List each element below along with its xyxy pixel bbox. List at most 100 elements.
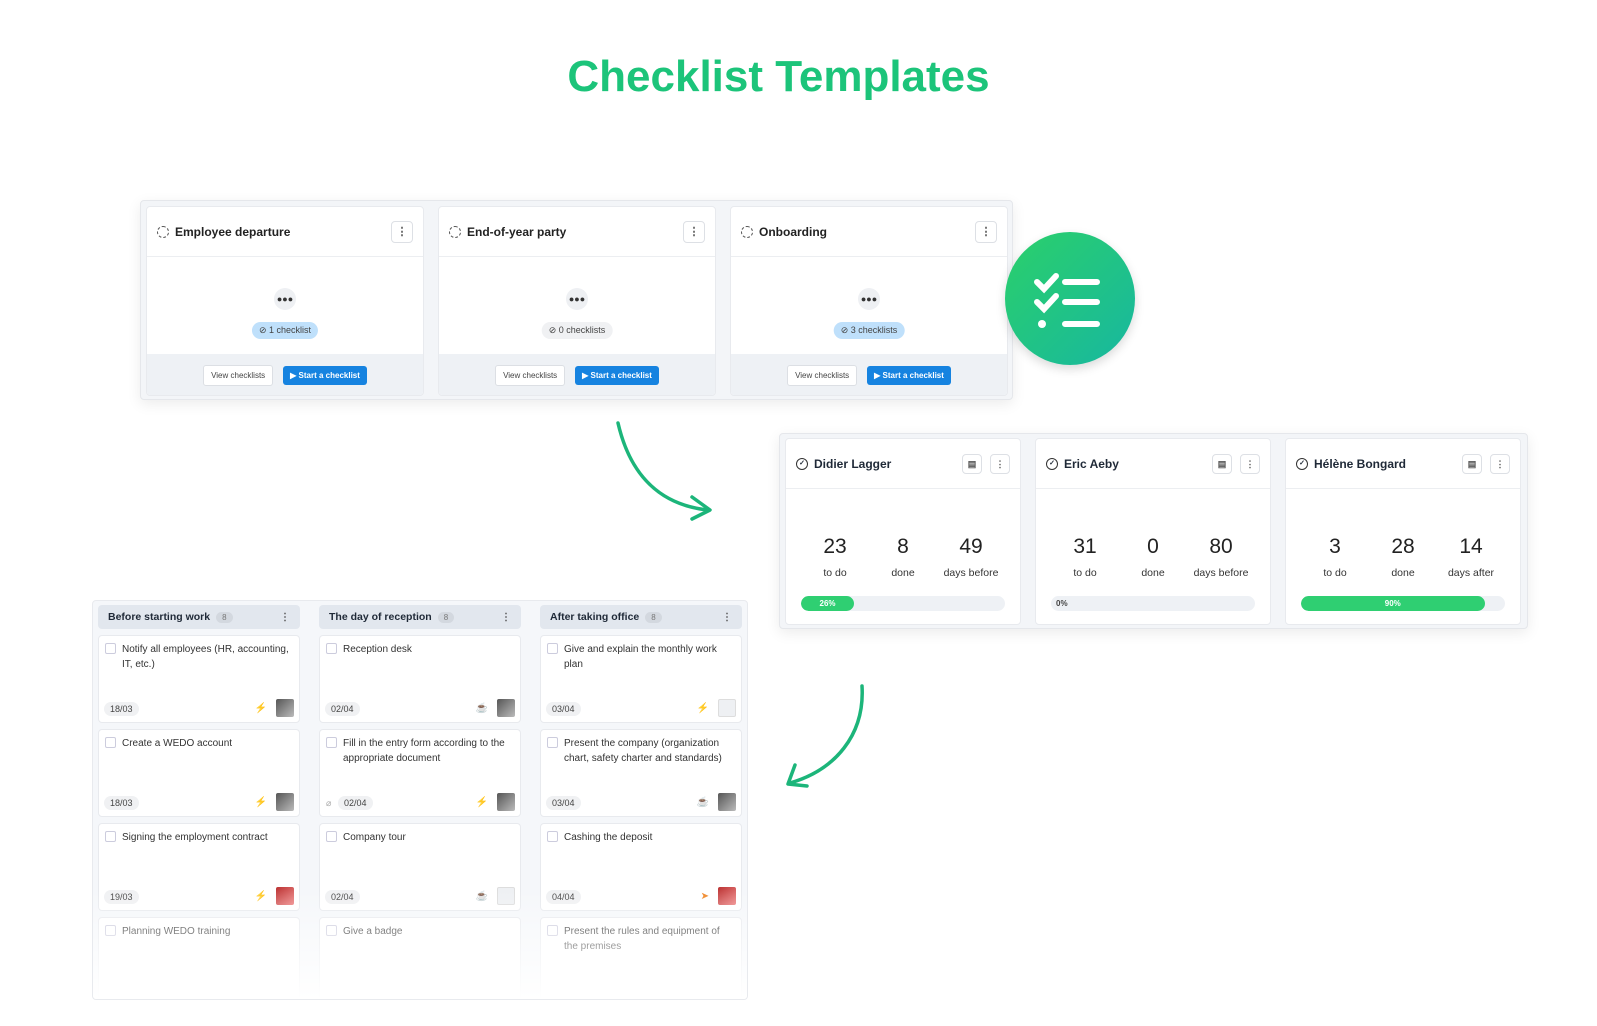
person-checklist-card: ✓ Eric Aeby ▤ ⋮ 31 to do 0 done 80 days before… (1035, 438, 1271, 625)
column-menu-button[interactable]: ⋮ (722, 612, 732, 623)
avatar[interactable] (276, 699, 294, 717)
progress-bar: 90% (1301, 596, 1505, 611)
start-label: Start a checklist (298, 371, 360, 380)
more-menu-button[interactable]: ⋮ (990, 453, 1010, 474)
column-menu-button[interactable]: ⋮ (501, 612, 511, 623)
task-board: After taking office 8 ⋮ Give and explain th… (92, 600, 748, 1000)
page-title: Checklist Templates (567, 52, 990, 101)
checklist-count-badge: ⊘ 1 checklist (251, 322, 319, 339)
team-icon: ●●● (566, 288, 588, 310)
column-title: The day of reception (329, 611, 432, 623)
template-name: End-of-year party (467, 224, 567, 239)
checklist-count: 1 checklist (269, 325, 312, 335)
start-checklist-button[interactable]: ▶ Start a checklist (283, 366, 367, 385)
due-date: 02/04 (325, 702, 360, 716)
done-count: 0 (1147, 535, 1159, 558)
avatar[interactable] (718, 699, 736, 717)
task-checkbox[interactable] (326, 831, 337, 842)
document-icon[interactable]: ▤ (1462, 453, 1482, 474)
todo-count: 31 (1073, 535, 1097, 558)
days-label: days before (943, 567, 999, 579)
days-count: 49 (959, 535, 983, 558)
task-checkbox[interactable] (105, 831, 116, 842)
view-checklists-button[interactable]: View checklists (495, 365, 566, 386)
due-date: 02/04 (338, 796, 373, 810)
checklist-count: 0 checklists (558, 325, 606, 335)
templates-panel: Employee departure ⋮ ●●● ⊘ 1 checklist Vie… (140, 200, 1013, 400)
task-title: Company tour (343, 832, 406, 843)
template-card: Employee departure ⋮ ●●● ⊘ 1 checklist Vie… (146, 206, 424, 396)
more-menu-button[interactable]: ⋮ (683, 220, 705, 243)
task-checkbox[interactable] (547, 643, 558, 654)
due-date: 03/04 (546, 702, 581, 716)
status-icon (449, 225, 461, 238)
board-column: After taking office 8 ⋮ Give and explain th… (540, 605, 742, 999)
progress-label: 0% (1056, 599, 1068, 608)
task-card[interactable]: Notify all employees (HR, accounting, IT… (98, 635, 300, 723)
avatar[interactable] (497, 793, 515, 811)
days-count: 80 (1209, 535, 1233, 558)
task-card[interactable]: Fill in the entry form according to the … (319, 729, 521, 817)
task-checkbox[interactable] (105, 643, 116, 654)
more-menu-button[interactable]: ⋮ (391, 220, 413, 243)
progress-fill: 26% (801, 596, 855, 611)
todo-label: to do (823, 567, 847, 579)
more-menu-button[interactable]: ⋮ (1490, 453, 1510, 474)
more-menu-button[interactable]: ⋮ (1240, 453, 1260, 474)
days-label: days after (1447, 567, 1495, 579)
column-title: After taking office (550, 611, 640, 623)
task-title: Signing the employment contract (122, 832, 268, 843)
check-circle-icon: ✓ (796, 457, 808, 470)
priority-icon: ⚡ (254, 703, 267, 714)
task-card[interactable]: Reception desk 02/04 ☕ (319, 635, 521, 723)
task-title: Notify all employees (HR, accounting, IT… (122, 644, 289, 670)
task-checkbox[interactable] (547, 737, 558, 748)
board-column: The day of reception 8 ⋮ Reception desk 02/0… (319, 605, 521, 999)
person-checklist-card: ✓ Hélène Bongard ▤ ⋮ 3 to do 28 done 14 days a… (1285, 438, 1521, 625)
task-checkbox[interactable] (105, 737, 116, 748)
done-label: done (1141, 567, 1165, 579)
arrow-icon (616, 421, 712, 521)
view-checklists-button[interactable]: View checklists (203, 365, 274, 386)
column-count: 8 (216, 611, 233, 623)
column-title: Before starting work (108, 611, 211, 623)
checklist-count-badge: ⊘ 3 checklists (833, 322, 905, 339)
column-menu-button[interactable]: ⋮ (280, 612, 290, 623)
done-count: 28 (1391, 535, 1415, 558)
start-checklist-button[interactable]: ▶ Start a checklist (575, 366, 659, 385)
template-name: Employee departure (175, 224, 291, 239)
days-label: days before (1193, 567, 1249, 579)
start-label: Start a checklist (882, 371, 944, 380)
view-checklists-button[interactable]: View checklists (787, 365, 858, 386)
task-card[interactable]: Create a WEDO account 18/03 ⚡ (98, 729, 300, 817)
avatar[interactable] (718, 793, 736, 811)
person-name: Eric Aeby (1064, 456, 1119, 471)
attachment-icon: ⌀ (326, 798, 332, 808)
progress-bar: 26% (801, 596, 1005, 611)
more-menu-button[interactable]: ⋮ (975, 220, 997, 243)
task-title: Present the company (organization chart,… (564, 738, 722, 764)
document-icon[interactable]: ▤ (962, 453, 982, 474)
task-card[interactable]: Present the company (organization chart,… (540, 729, 742, 817)
task-checkbox[interactable] (547, 831, 558, 842)
due-date: 03/04 (546, 796, 581, 810)
task-card[interactable]: Give and explain the monthly work plan 03… (540, 635, 742, 723)
avatar[interactable] (276, 793, 294, 811)
todo-count: 23 (823, 535, 847, 558)
priority-icon: ☕ (696, 797, 709, 808)
task-checkbox[interactable] (326, 737, 337, 748)
task-title: Cashing the deposit (564, 832, 653, 843)
people-panel: ✓ Didier Lagger ▤ ⋮ 23 to do 8 done 49 days be… (779, 433, 1528, 629)
checklist-count: 3 checklists (850, 325, 898, 335)
document-icon[interactable]: ▤ (1212, 453, 1232, 474)
due-date: 18/03 (104, 796, 139, 810)
task-title: Fill in the entry form according to the … (343, 738, 505, 764)
template-card: Onboarding ⋮ ●●● ⊘ 3 checklists View check… (730, 206, 1008, 396)
template-name: Onboarding (759, 224, 827, 239)
column-count: 8 (437, 611, 455, 623)
task-checkbox[interactable] (326, 643, 337, 654)
avatar[interactable] (497, 699, 515, 717)
done-label: done (891, 567, 915, 579)
todo-label: to do (1323, 567, 1347, 579)
start-checklist-button[interactable]: ▶ Start a checklist (867, 366, 951, 385)
